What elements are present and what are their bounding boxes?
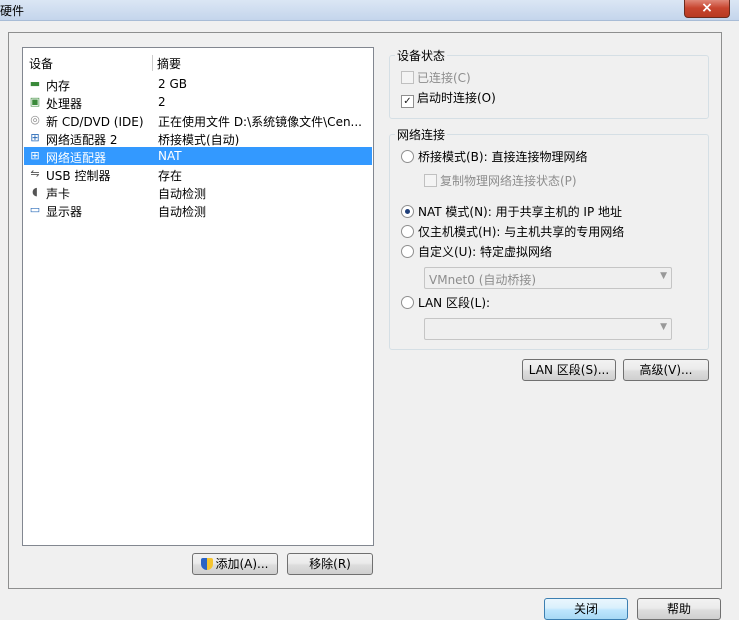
device-summary: NAT xyxy=(158,149,182,163)
advanced-button[interactable]: 高级(V)... xyxy=(623,359,709,381)
device-name: 网络适配器 xyxy=(46,151,107,165)
connect-at-power-on-checkbox[interactable]: ✓ 启动时连接(O) xyxy=(401,89,496,108)
checkbox-checked: ✓ xyxy=(401,95,414,108)
device-row-network-adapter[interactable]: ⊞ 网络适配器 NAT xyxy=(24,147,372,165)
device-row-cd-dvd[interactable]: ◎ 新 CD/DVD (IDE) 正在使用文件 D:\系统镜像文件\Cen... xyxy=(24,111,372,130)
device-status-group xyxy=(389,55,709,119)
device-list-header: 设备 摘要 xyxy=(23,53,373,71)
device-name: 显示器 xyxy=(46,205,83,219)
device-row-sound-card[interactable]: ◖ 声卡 自动检测 xyxy=(24,183,372,202)
cd-dvd-icon: ◎ xyxy=(30,113,40,126)
device-name: 处理器 xyxy=(46,97,83,111)
processor-icon: ▣ xyxy=(29,95,41,108)
chevron-down-icon: ▼ xyxy=(660,322,667,332)
nat-label: NAT 模式(N): 用于共享主机的 IP 地址 xyxy=(418,205,623,219)
header-device[interactable]: 设备 xyxy=(29,55,53,72)
title-bar: 硬件 × xyxy=(0,0,739,21)
device-summary: 自动检测 xyxy=(158,205,207,219)
lan-segment-radio[interactable]: LAN 区段(L): xyxy=(401,294,490,311)
add-button-label: 添加(A)... xyxy=(215,557,269,571)
lan-segments-button[interactable]: LAN 区段(S)... xyxy=(522,359,616,381)
device-row-display[interactable]: ▭ 显示器 自动检测 xyxy=(24,201,372,220)
lan-segment-label: LAN 区段(L): xyxy=(418,296,491,310)
connected-label: 已连接(C) xyxy=(417,71,471,85)
display-icon: ▭ xyxy=(29,203,41,216)
device-summary: 桥接模式(自动) xyxy=(158,133,240,147)
usb-icon: ⇋ xyxy=(30,167,40,180)
remove-button[interactable]: 移除(R) xyxy=(287,553,373,575)
network-connection-title: 网络连接 xyxy=(395,126,448,143)
radio-circle xyxy=(401,296,414,309)
radio-circle xyxy=(401,225,414,238)
help-button[interactable]: 帮助 xyxy=(637,598,721,620)
sound-card-icon: ◖ xyxy=(32,185,38,198)
replicate-state-checkbox[interactable]: 复制物理网络连接状态(P) xyxy=(424,172,577,189)
custom-radio[interactable]: 自定义(U): 特定虚拟网络 xyxy=(401,243,552,260)
device-summary: 存在 xyxy=(158,169,183,183)
radio-circle xyxy=(401,245,414,258)
host-only-radio[interactable]: 仅主机模式(H): 与主机共享的专用网络 xyxy=(401,223,624,240)
connect-at-power-on-label: 启动时连接(O) xyxy=(417,91,496,105)
bridged-radio[interactable]: 桥接模式(B): 直接连接物理网络 xyxy=(401,148,587,165)
device-name: 新 CD/DVD (IDE) xyxy=(46,115,144,129)
column-divider[interactable] xyxy=(152,55,153,71)
device-summary: 2 xyxy=(158,95,166,109)
device-summary: 自动检测 xyxy=(158,187,207,201)
device-row-memory[interactable]: ▬ 内存 2 GB xyxy=(24,75,372,93)
device-name: USB 控制器 xyxy=(46,169,111,183)
checkbox-box xyxy=(424,174,437,187)
close-button[interactable]: 关闭 xyxy=(544,598,628,620)
device-name: 网络适配器 2 xyxy=(46,133,118,147)
custom-network-select[interactable]: VMnet0 (自动桥接) ▼ xyxy=(424,267,672,289)
bridged-label: 桥接模式(B): 直接连接物理网络 xyxy=(418,150,588,164)
host-only-label: 仅主机模式(H): 与主机共享的专用网络 xyxy=(418,225,625,239)
device-list[interactable]: 设备 摘要 ▬ 内存 2 GB ▣ 处理器 2 ◎ 新 CD/DVD (IDE)… xyxy=(22,47,374,546)
device-row-processor[interactable]: ▣ 处理器 2 xyxy=(24,93,372,111)
header-summary[interactable]: 摘要 xyxy=(157,55,181,72)
network-adapter-icon: ⊞ xyxy=(30,131,40,144)
custom-network-value: VMnet0 (自动桥接) xyxy=(429,273,537,287)
nat-radio[interactable]: NAT 模式(N): 用于共享主机的 IP 地址 xyxy=(401,203,622,220)
replicate-state-label: 复制物理网络连接状态(P) xyxy=(440,174,577,188)
device-summary: 正在使用文件 D:\系统镜像文件\Cen... xyxy=(158,115,362,129)
device-status-title: 设备状态 xyxy=(395,47,448,64)
device-name: 内存 xyxy=(46,79,71,93)
window-title: 硬件 xyxy=(0,4,25,18)
network-adapter-icon: ⊞ xyxy=(30,149,40,162)
memory-icon: ▬ xyxy=(29,77,41,90)
checkbox-box xyxy=(401,71,414,84)
add-button[interactable]: 添加(A)... xyxy=(192,553,278,575)
device-row-network-adapter-2[interactable]: ⊞ 网络适配器 2 桥接模式(自动) xyxy=(24,129,372,148)
lan-segment-select[interactable]: ▼ xyxy=(424,318,672,340)
chevron-down-icon: ▼ xyxy=(660,271,667,281)
device-name: 声卡 xyxy=(46,187,71,201)
window-close-button[interactable]: × xyxy=(684,0,730,18)
device-row-usb-controller[interactable]: ⇋ USB 控制器 存在 xyxy=(24,165,372,184)
custom-label: 自定义(U): 特定虚拟网络 xyxy=(418,245,553,259)
device-summary: 2 GB xyxy=(158,77,187,91)
shield-icon xyxy=(201,558,214,570)
radio-circle-selected xyxy=(401,205,414,218)
radio-circle xyxy=(401,150,414,163)
connected-checkbox[interactable]: 已连接(C) xyxy=(401,69,471,86)
